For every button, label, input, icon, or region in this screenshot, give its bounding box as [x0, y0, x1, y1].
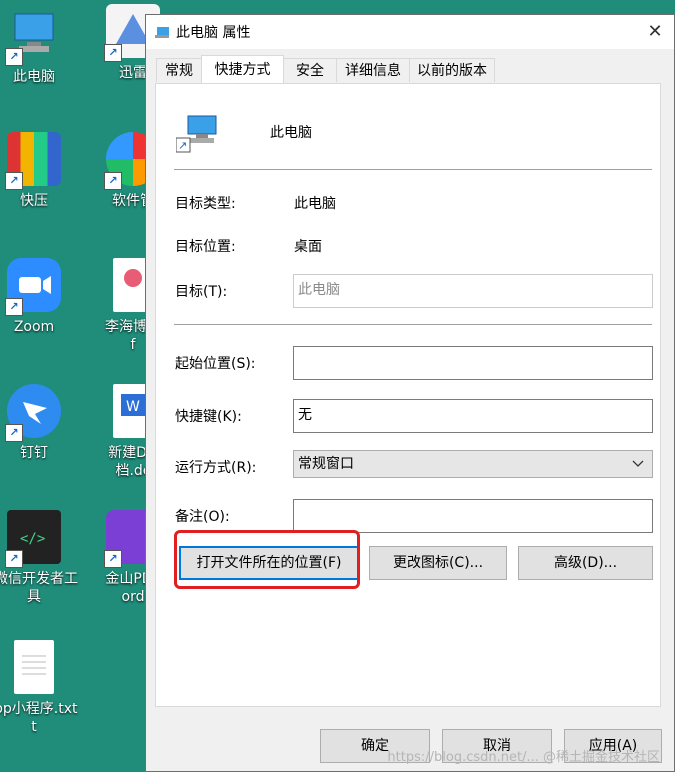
shortcut-arrow-icon: ↗: [104, 550, 122, 568]
desktop-icon-this-pc[interactable]: ↗ 此电脑: [0, 8, 74, 86]
desktop-icon-dingtalk[interactable]: ↗ 钉钉: [0, 384, 74, 462]
desktop-icon-label: 快压: [20, 193, 48, 209]
desktop-icon-label-line2: 具: [27, 589, 41, 605]
comment-field[interactable]: [293, 499, 653, 533]
desktop-icon-label: Zoom: [13, 319, 55, 335]
tab-security[interactable]: 安全: [283, 58, 337, 82]
highlight-annotation: [174, 530, 360, 589]
shortcut-arrow-icon: ↗: [5, 172, 23, 190]
shortcut-panel: ↗ 此电脑 目标类型: 此电脑 目标位置: 桌面 目标(T): 此电脑 起始位置…: [155, 83, 661, 707]
target-type-value: 此电脑: [294, 196, 336, 212]
divider: [174, 169, 652, 170]
run-label: 运行方式(R):: [175, 460, 257, 476]
start-in-label: 起始位置(S):: [175, 356, 256, 372]
shortcut-arrow-icon: ↗: [5, 298, 23, 316]
shortcut-arrow-icon: ↗: [104, 172, 122, 190]
desktop-icon-zoom[interactable]: ↗ Zoom: [0, 258, 74, 336]
tab-general[interactable]: 常规: [156, 58, 202, 82]
desktop-icon-kuaiya[interactable]: ↗ 快压: [0, 132, 74, 210]
target-location-value: 桌面: [294, 239, 322, 255]
desktop-icon-wechat-devtools[interactable]: </> ↗ 微信开发者工 具: [0, 510, 78, 606]
desktop-icon-label: pp小程序.txt: [0, 701, 78, 717]
desktop-icon-txt-file[interactable]: pp小程序.txt t: [0, 640, 78, 736]
desktop-icon-label: 此电脑: [13, 69, 55, 85]
svg-text:W: W: [126, 399, 140, 415]
start-in-field[interactable]: [293, 346, 653, 380]
shortcut-arrow-icon: ↗: [5, 424, 23, 442]
shortcut-key-label: 快捷键(K):: [175, 409, 242, 425]
title-bar[interactable]: 此电脑 属性 ✕: [146, 15, 674, 49]
run-select[interactable]: 常规窗口: [293, 450, 653, 478]
comment-label: 备注(O):: [175, 509, 230, 525]
advanced-button[interactable]: 高级(D)...: [518, 546, 653, 580]
shortcut-name: 此电脑: [270, 125, 312, 141]
shortcut-key-field[interactable]: 无: [293, 399, 653, 433]
computer-icon: [154, 25, 170, 39]
dingtalk-icon: ↗: [5, 384, 61, 442]
shortcut-arrow-icon: ↗: [5, 550, 23, 568]
target-location-label: 目标位置:: [175, 239, 236, 255]
devtools-icon: </> ↗: [5, 510, 61, 568]
computer-icon: ↗: [5, 8, 61, 66]
svg-text:</>: </>: [20, 531, 45, 547]
dialog-title: 此电脑 属性: [176, 25, 251, 41]
shortcut-computer-icon: ↗: [175, 114, 220, 154]
target-type-label: 目标类型:: [175, 196, 236, 212]
archive-icon: ↗: [5, 132, 61, 190]
text-file-icon: [14, 640, 54, 694]
run-select-value: 常规窗口: [298, 456, 354, 472]
divider: [174, 324, 652, 325]
target-field: 此电脑: [293, 274, 653, 308]
zoom-icon: ↗: [5, 258, 61, 316]
desktop-icon-label-line2: t: [31, 719, 37, 735]
tab-details[interactable]: 详细信息: [336, 58, 410, 82]
shortcut-arrow-icon: ↗: [5, 48, 23, 66]
shortcut-arrow-icon: ↗: [104, 44, 122, 62]
watermark: https://blog.csdn.net/... @稀土掘金技术社区: [387, 750, 660, 765]
properties-dialog: 此电脑 属性 ✕ 常规 快捷方式 安全 详细信息 以前的版本 ↗ 此电脑 目标类…: [145, 14, 675, 772]
svg-text:↗: ↗: [178, 139, 187, 152]
close-icon[interactable]: ✕: [644, 21, 666, 43]
tab-shortcut[interactable]: 快捷方式: [201, 55, 284, 83]
tab-previous-versions[interactable]: 以前的版本: [409, 58, 495, 82]
target-label: 目标(T):: [175, 284, 228, 300]
desktop-icon-label: 微信开发者工: [0, 571, 78, 587]
desktop-icon-label: 钉钉: [20, 445, 48, 461]
change-icon-button[interactable]: 更改图标(C)...: [369, 546, 507, 580]
chevron-down-icon: [632, 451, 644, 486]
